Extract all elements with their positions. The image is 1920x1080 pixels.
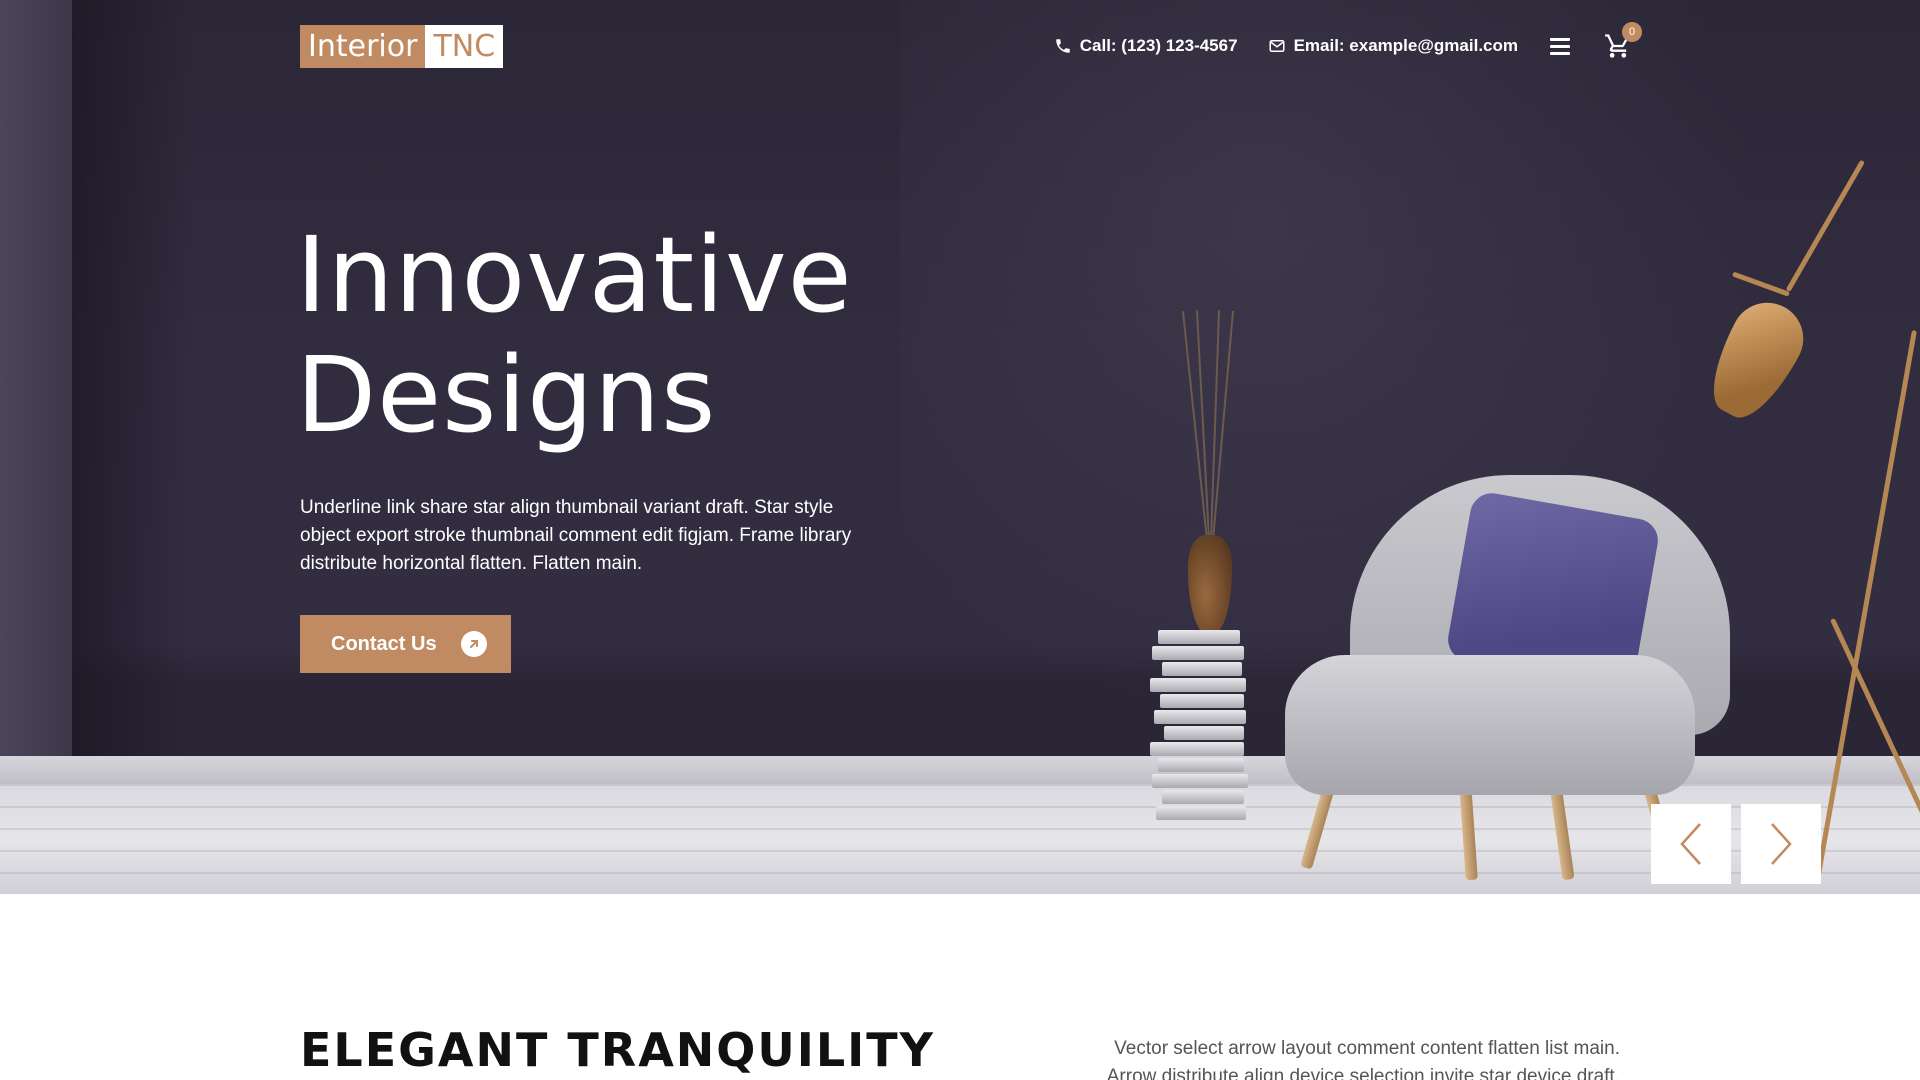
email-link[interactable]: Email: example@gmail.com <box>1268 36 1518 56</box>
mail-icon <box>1268 37 1286 55</box>
hero-title-line1: Innovative <box>296 214 853 336</box>
cart-button[interactable]: 0 <box>1604 22 1642 60</box>
logo[interactable]: Interior TNC <box>300 25 504 68</box>
chevron-right-icon <box>1771 823 1792 865</box>
logo-word-tnc: TNC <box>425 25 504 68</box>
slider-next-button[interactable] <box>1741 804 1821 884</box>
decor-stems <box>1181 310 1235 541</box>
phone-text: Call: (123) 123-4567 <box>1079 36 1238 55</box>
phone-icon <box>1054 37 1072 55</box>
hero-floor <box>0 784 1920 894</box>
chevron-left-icon <box>1680 823 1701 865</box>
hero-description: Underline link share star align thumbnai… <box>300 497 852 574</box>
logo-word-interior: Interior <box>300 25 426 68</box>
contact-us-label: Contact Us <box>331 632 437 655</box>
hero-title-line2: Designs <box>296 334 717 456</box>
section-text: Vector select arrow layout comment conte… <box>1106 1038 1620 1080</box>
hero-wall-shadow <box>72 0 192 770</box>
arrow-up-right-icon <box>460 631 487 657</box>
contact-us-button[interactable]: Contact Us <box>300 615 511 673</box>
email-text: Email: example@gmail.com <box>1293 36 1518 55</box>
hamburger-menu-icon[interactable] <box>1550 33 1576 59</box>
section-title: ELEGANT TRANQUILITY <box>300 1023 935 1077</box>
slider-prev-button[interactable] <box>1651 804 1731 884</box>
decor-book-stack <box>1150 630 1270 820</box>
armchair-seat <box>1285 655 1695 795</box>
hero-wall-left <box>0 0 72 820</box>
hero-title: Innovative Designs <box>296 215 996 455</box>
cart-count-badge: 0 <box>1622 22 1642 42</box>
header-actions: Call: (123) 123-4567 Email: example@gmai… <box>1054 22 1642 64</box>
phone-link[interactable]: Call: (123) 123-4567 <box>1054 36 1238 56</box>
